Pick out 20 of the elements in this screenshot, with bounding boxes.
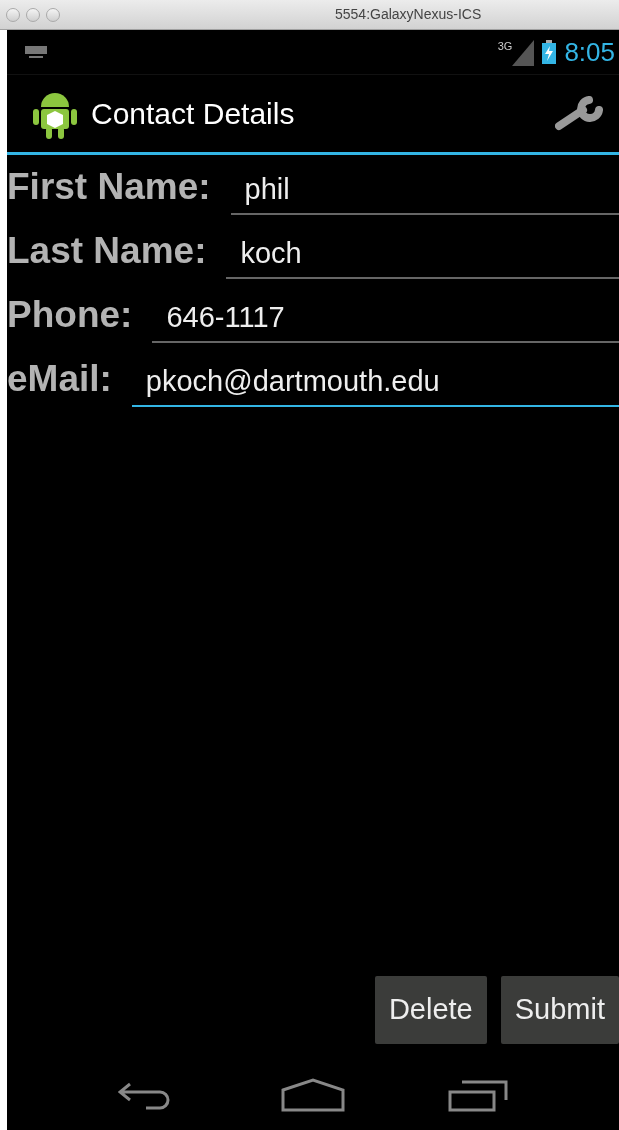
keyboard-icon (25, 46, 47, 58)
field-label: Last Name: (7, 229, 207, 273)
text-field[interactable]: pkoch@dartmouth.edu (131, 357, 619, 407)
text-field[interactable]: koch (226, 229, 619, 279)
home-icon[interactable] (281, 1078, 345, 1112)
clock: 8:05 (564, 35, 615, 69)
field-label: First Name: (7, 165, 211, 209)
field-label: Phone: (7, 293, 133, 337)
wrench-icon[interactable] (555, 95, 603, 132)
battery-icon (542, 40, 557, 64)
recent-apps-icon[interactable] (447, 1078, 508, 1112)
screen-title: Contact Details (91, 96, 295, 132)
action-button[interactable]: Delete (374, 976, 487, 1044)
text-field[interactable]: phil (230, 165, 619, 215)
action-button[interactable]: Submit (500, 976, 619, 1044)
field-label: eMail: (7, 357, 112, 401)
window-title: 5554:GalaxyNexus-ICS (335, 5, 482, 24)
network-label: 3G (497, 38, 513, 54)
text-field[interactable]: 646-1117 (152, 293, 619, 343)
signal-icon (512, 40, 535, 67)
